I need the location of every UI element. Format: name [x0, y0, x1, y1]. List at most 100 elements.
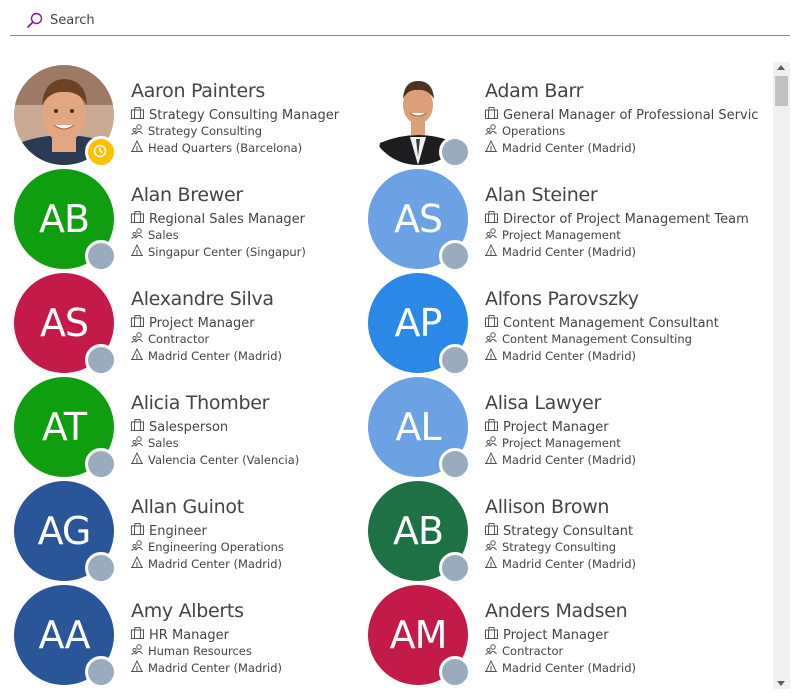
person-title: General Manager of Professional Servic — [503, 107, 759, 123]
people-icon — [131, 332, 148, 346]
briefcase-icon — [131, 211, 149, 227]
people-icon — [485, 644, 502, 658]
person-name[interactable]: Aaron Painters — [131, 80, 265, 102]
person-name[interactable]: Alexandre Silva — [131, 288, 274, 310]
person-location: Head Quarters (Barcelona) — [148, 140, 303, 155]
person-card[interactable]: Adam Barr General Manager of Professional… — [354, 62, 758, 168]
presence-offline-badge — [439, 344, 471, 376]
building-icon — [131, 659, 148, 675]
person-card[interactable]: AS Alan Steiner Director of Project Manage… — [354, 166, 749, 272]
person-name[interactable]: Alan Steiner — [485, 184, 598, 206]
building-icon — [485, 555, 502, 571]
person-title: Project Manager — [503, 627, 609, 643]
person-card[interactable]: AM Anders Madsen Project Manager Contractor… — [354, 582, 704, 688]
briefcase-icon — [485, 419, 503, 435]
person-card[interactable]: AL Alisa Lawyer Project Manager Project Man… — [354, 374, 704, 480]
presence-offline-badge — [85, 656, 117, 688]
person-name[interactable]: Amy Alberts — [131, 600, 244, 622]
people-icon — [131, 436, 148, 450]
person-card[interactable]: AB Alan Brewer Regional Sales Manager Sales… — [0, 166, 350, 272]
people-icon — [485, 124, 502, 138]
person-location: Madrid Center (Madrid) — [502, 140, 636, 155]
presence-offline-badge — [439, 240, 471, 272]
person-name[interactable]: Adam Barr — [485, 80, 583, 102]
person-card[interactable]: Aaron Painters Strategy Consulting Manage… — [0, 62, 350, 168]
person-department: Project Management — [502, 228, 621, 242]
briefcase-icon — [131, 523, 149, 539]
presence-away-badge — [85, 136, 117, 168]
building-icon — [131, 555, 148, 571]
person-title: Project Manager — [149, 315, 255, 331]
person-card[interactable]: AT Alicia Thomber Salesperson Sales Valencia… — [0, 374, 350, 480]
person-name[interactable]: Alisa Lawyer — [485, 392, 601, 414]
building-icon — [131, 451, 148, 467]
briefcase-icon — [131, 419, 149, 435]
vertical-scrollbar[interactable] — [773, 62, 790, 689]
person-card[interactable]: AA Amy Alberts HR Manager Human Resources Ma… — [0, 582, 350, 688]
people-grid: Aaron Painters Strategy Consulting Manage… — [0, 62, 770, 694]
search-bar — [10, 6, 790, 36]
person-department: Engineering Operations — [148, 540, 284, 554]
briefcase-icon — [131, 627, 149, 643]
person-location: Madrid Center (Madrid) — [502, 452, 636, 467]
person-location: Madrid Center (Madrid) — [502, 348, 636, 363]
person-location: Madrid Center (Madrid) — [502, 660, 636, 675]
person-name[interactable]: Alicia Thomber — [131, 392, 269, 414]
scroll-up-arrow-icon[interactable] — [777, 65, 785, 70]
briefcase-icon — [131, 315, 149, 331]
presence-offline-badge — [85, 344, 117, 376]
scroll-thumb[interactable] — [775, 76, 788, 106]
building-icon — [131, 243, 148, 259]
presence-offline-badge — [85, 448, 117, 480]
people-icon — [485, 228, 502, 242]
briefcase-icon — [485, 315, 503, 331]
person-title: Strategy Consulting Manager — [149, 107, 340, 123]
people-icon — [131, 644, 148, 658]
person-card[interactable]: AB Allison Brown Strategy Consultant Strate… — [354, 478, 704, 584]
person-department: Contractor — [148, 332, 210, 346]
person-name[interactable]: Alan Brewer — [131, 184, 243, 206]
person-title: Engineer — [149, 523, 207, 539]
people-icon — [485, 332, 502, 346]
person-name[interactable]: Anders Madsen — [485, 600, 628, 622]
presence-offline-badge — [85, 552, 117, 584]
building-icon — [485, 139, 502, 155]
person-card[interactable]: AP Alfons Parovszky Content Management Con… — [354, 270, 719, 376]
briefcase-icon — [485, 211, 503, 227]
building-icon — [131, 139, 148, 155]
person-title: HR Manager — [149, 627, 229, 643]
presence-offline-badge — [439, 656, 471, 688]
person-department: Strategy Consulting — [502, 540, 617, 554]
person-department: Operations — [502, 124, 566, 138]
briefcase-icon — [485, 523, 503, 539]
people-icon — [485, 540, 502, 554]
person-title: Director of Project Management Team — [503, 211, 749, 227]
person-name[interactable]: Allison Brown — [485, 496, 609, 518]
building-icon — [485, 451, 502, 467]
person-department: Project Management — [502, 436, 621, 450]
person-name[interactable]: Allan Guinot — [131, 496, 244, 518]
person-title: Strategy Consultant — [503, 523, 634, 539]
presence-offline-badge — [439, 448, 471, 480]
person-location: Madrid Center (Madrid) — [148, 660, 282, 675]
briefcase-icon — [485, 627, 503, 643]
person-department: Strategy Consulting — [148, 124, 263, 138]
person-location: Madrid Center (Madrid) — [502, 556, 636, 571]
building-icon — [485, 659, 502, 675]
building-icon — [485, 243, 502, 259]
people-icon — [485, 436, 502, 450]
person-department: Contractor — [502, 644, 564, 658]
person-location: Valencia Center (Valencia) — [148, 452, 300, 467]
briefcase-icon — [131, 107, 149, 123]
person-location: Madrid Center (Madrid) — [148, 556, 282, 571]
person-card[interactable]: AG Allan Guinot Engineer Engineering Operat… — [0, 478, 350, 584]
scroll-down-arrow-icon[interactable] — [777, 681, 785, 686]
people-icon — [131, 228, 148, 242]
person-title: Content Management Consultant — [503, 315, 719, 331]
search-input[interactable] — [50, 9, 750, 31]
people-icon — [131, 124, 148, 138]
person-card[interactable]: AS Alexandre Silva Project Manager Contract… — [0, 270, 350, 376]
person-name[interactable]: Alfons Parovszky — [485, 288, 639, 310]
briefcase-icon — [485, 107, 503, 123]
person-department: Human Resources — [148, 644, 252, 658]
